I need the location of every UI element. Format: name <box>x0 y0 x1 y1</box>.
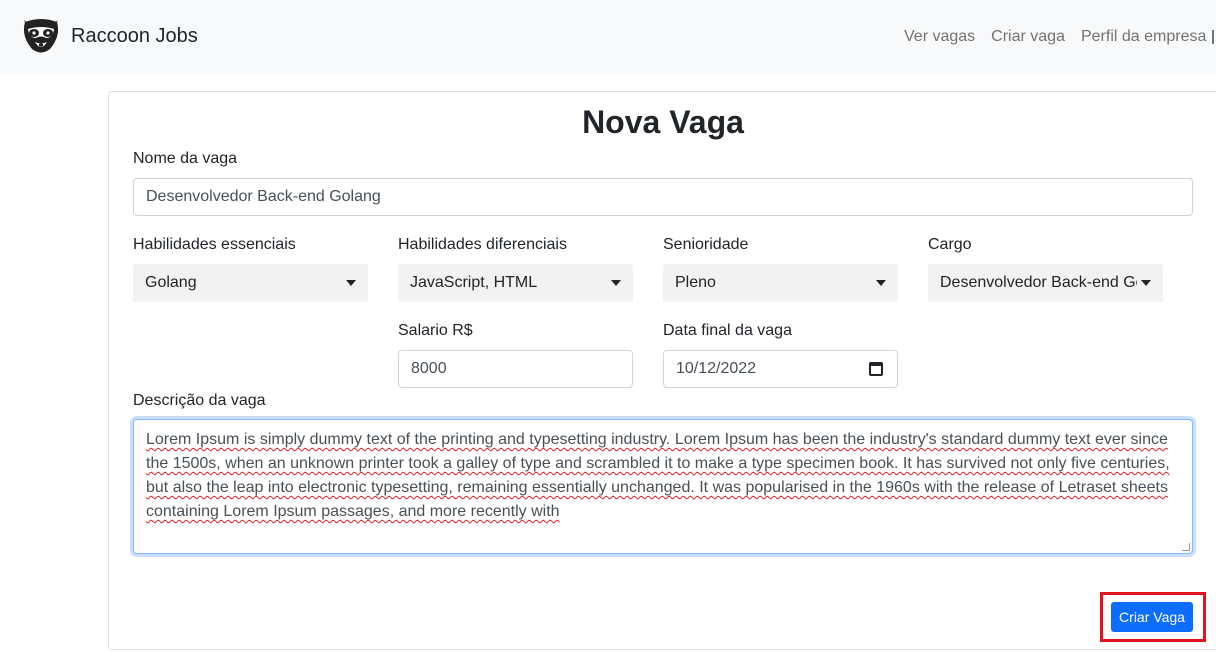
essential-skills-value: Golang <box>145 274 197 291</box>
salary-input[interactable]: 8000 <box>398 350 633 388</box>
seniority-select[interactable]: Pleno <box>663 264 898 302</box>
nav-link-ver-vagas[interactable]: Ver vagas <box>896 27 983 47</box>
essential-skills-select[interactable]: Golang <box>133 264 368 302</box>
differential-skills-label: Habilidades diferenciais <box>398 236 567 253</box>
form-card <box>108 91 1216 650</box>
differential-skills-select[interactable]: JavaScript, HTML <box>398 264 633 302</box>
description-textarea[interactable]: Lorem Ipsum is simply dummy text of the … <box>133 419 1193 554</box>
nav-link-overflow-fragment <box>1212 30 1214 44</box>
brand-name: Raccoon Jobs <box>71 24 198 47</box>
brand-link[interactable]: Raccoon Jobs <box>20 16 198 56</box>
end-date-label: Data final da vaga <box>663 322 792 339</box>
caret-down-icon <box>346 280 356 286</box>
salary-label: Salario R$ <box>398 322 473 339</box>
differential-skills-value: JavaScript, HTML <box>410 274 538 291</box>
description-value: Lorem Ipsum is simply dummy text of the … <box>146 431 1170 520</box>
caret-down-icon <box>876 280 886 286</box>
nav-link-perfil-empresa[interactable]: Perfil da empresa <box>1073 27 1214 47</box>
calendar-icon[interactable] <box>869 362 883 376</box>
nav-link-criar-vaga[interactable]: Criar vaga <box>983 27 1073 47</box>
role-select[interactable]: Desenvolvedor Back-end Golang <box>928 264 1163 302</box>
nav-links: Ver vagas Criar vaga Perfil da empresa <box>896 27 1214 47</box>
job-name-label: Nome da vaga <box>133 150 238 167</box>
essential-skills-label: Habilidades essenciais <box>133 236 296 253</box>
role-value: Desenvolvedor Back-end Golang <box>940 274 1137 291</box>
description-label: Descrição da vaga <box>133 392 266 409</box>
job-name-value: Desenvolvedor Back-end Golang <box>146 188 381 205</box>
navbar: Raccoon Jobs Ver vagas Criar vaga Perfil… <box>0 0 1216 74</box>
seniority-label: Senioridade <box>663 236 749 253</box>
salary-value: 8000 <box>411 360 447 377</box>
caret-down-icon <box>1141 280 1151 286</box>
page-title: Nova Vaga <box>582 104 744 140</box>
caret-down-icon <box>611 280 621 286</box>
job-name-input[interactable]: Desenvolvedor Back-end Golang <box>133 178 1193 216</box>
create-job-button[interactable]: Criar Vaga <box>1111 602 1193 632</box>
role-label: Cargo <box>928 236 972 253</box>
end-date-value: 10/12/2022 <box>676 360 757 377</box>
resize-handle[interactable] <box>1182 543 1190 551</box>
end-date-input[interactable]: 10/12/2022 <box>663 350 898 388</box>
raccoon-logo-icon <box>23 19 59 53</box>
seniority-value: Pleno <box>675 274 716 291</box>
